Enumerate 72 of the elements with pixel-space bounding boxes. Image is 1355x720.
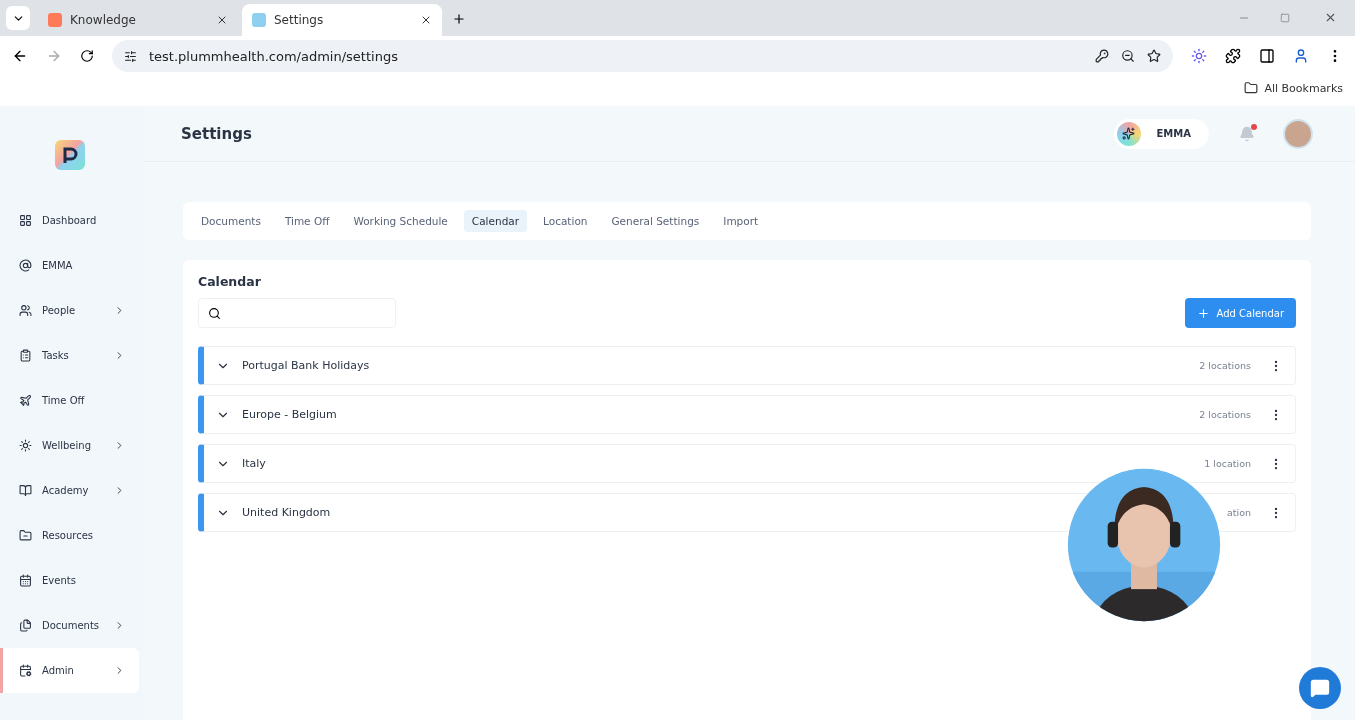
- tab[interactable]: Calendar: [463, 210, 528, 232]
- calendar-row[interactable]: Europe - Belgium 2 locations: [198, 395, 1296, 434]
- browser-tab[interactable]: Settings: [242, 4, 442, 36]
- close-icon[interactable]: [1324, 11, 1337, 24]
- location-count: 1 location: [1204, 458, 1251, 469]
- tab[interactable]: Location: [535, 210, 596, 232]
- grid-icon: [19, 214, 32, 227]
- zoom-icon[interactable]: [1121, 49, 1135, 63]
- sun-icon: [19, 439, 32, 452]
- card-title: Calendar: [198, 274, 262, 289]
- reload-icon[interactable]: [80, 49, 94, 63]
- side-panel-icon[interactable]: [1259, 48, 1275, 64]
- location-count: ation: [1226, 507, 1251, 518]
- sidebar-item[interactable]: Admin: [0, 648, 139, 693]
- people-icon: [19, 304, 32, 317]
- sparkle-icon: [1122, 127, 1135, 140]
- location-count: 2 locations: [1199, 360, 1251, 371]
- sidebar-item[interactable]: Time Off: [0, 378, 139, 423]
- star-icon[interactable]: [1147, 49, 1161, 63]
- chat-icon: [1310, 678, 1330, 698]
- new-tab-icon[interactable]: [452, 12, 466, 26]
- sidebar-item[interactable]: EMMA: [0, 243, 139, 288]
- tab[interactable]: Working Schedule: [345, 210, 456, 232]
- book-icon: [19, 484, 32, 497]
- sidebar-item[interactable]: Dashboard: [0, 198, 139, 243]
- sidebar-item[interactable]: Tasks: [0, 333, 139, 378]
- close-icon[interactable]: [420, 14, 432, 26]
- tab[interactable]: Documents: [193, 210, 269, 232]
- tab[interactable]: General Settings: [603, 210, 708, 232]
- bell-icon[interactable]: [1239, 125, 1255, 142]
- back-icon[interactable]: [12, 48, 28, 64]
- profile-icon[interactable]: [1293, 48, 1309, 64]
- site-settings-icon[interactable]: [124, 49, 137, 63]
- assistant-button[interactable]: EMMA: [1113, 118, 1209, 149]
- search-field[interactable]: [198, 298, 396, 328]
- key-icon[interactable]: [1095, 49, 1109, 63]
- sidebar-item[interactable]: Academy: [0, 468, 139, 513]
- calendar-row[interactable]: Portugal Bank Holidays 2 locations: [198, 346, 1296, 385]
- tab-list-button[interactable]: [6, 6, 30, 30]
- files-icon: [19, 619, 32, 632]
- puzzle-icon[interactable]: [1225, 48, 1241, 64]
- sidebar-item[interactable]: People: [0, 288, 139, 333]
- tab[interactable]: Import: [715, 210, 767, 232]
- page-title: Settings: [181, 124, 253, 143]
- plane-icon: [19, 394, 32, 407]
- folder-icon: [19, 529, 32, 542]
- sidebar-item[interactable]: Documents: [0, 603, 139, 648]
- plus-icon: [1197, 306, 1211, 320]
- address-bar[interactable]: test.plummhealth.com/admin/settings: [112, 40, 1173, 72]
- site-icon: [252, 13, 266, 27]
- bookmarks-link[interactable]: All Bookmarks: [1264, 81, 1343, 95]
- clipboard-icon: [19, 349, 32, 362]
- extension-icon[interactable]: [1191, 48, 1207, 64]
- calendar-name: Portugal Bank Holidays: [242, 359, 371, 372]
- close-icon[interactable]: [216, 14, 228, 26]
- calendar-icon: [19, 574, 32, 587]
- logo-icon: [55, 140, 85, 170]
- folder-icon: [1244, 81, 1259, 95]
- tab[interactable]: Time Off: [276, 210, 338, 232]
- sidebar-item[interactable]: Wellbeing: [0, 423, 139, 468]
- sidebar-item[interactable]: Resources: [0, 513, 139, 558]
- at-sign-icon: [19, 259, 32, 272]
- search-icon: [208, 306, 221, 320]
- sidebar-item[interactable]: Events: [0, 558, 139, 603]
- browser-tab[interactable]: Knowledge: [38, 4, 238, 36]
- calendar-row[interactable]: Italy 1 location: [198, 444, 1296, 483]
- calendar-name: United Kingdom: [242, 506, 332, 519]
- calendar-name: Europe - Belgium: [242, 408, 338, 421]
- calendar-name: Italy: [242, 457, 267, 470]
- location-count: 2 locations: [1199, 409, 1251, 420]
- calendar-cog-icon: [19, 664, 32, 677]
- site-icon: [48, 13, 62, 27]
